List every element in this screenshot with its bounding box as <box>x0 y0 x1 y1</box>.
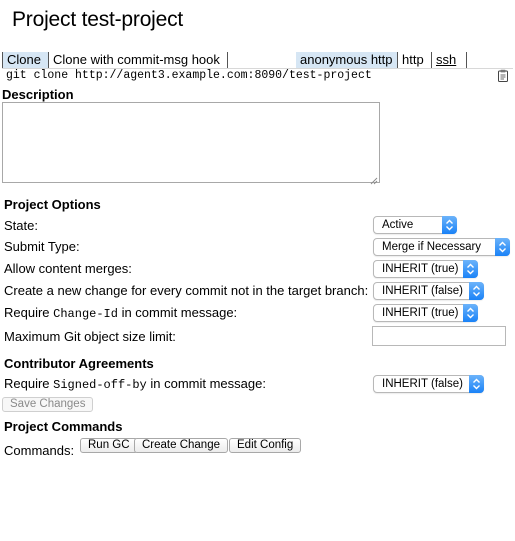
run-gc-button[interactable]: Run GC <box>80 438 138 453</box>
description-heading: Description <box>2 87 74 102</box>
new-change-per-commit-label: Create a new change for every commit not… <box>4 283 369 298</box>
new-change-per-commit-value: INHERIT (false) <box>382 285 463 297</box>
clipboard-icon[interactable] <box>497 69 509 82</box>
require-signed-off-by-select[interactable]: INHERIT (false) <box>373 375 484 393</box>
require-signed-off-by-prefix: Require <box>4 376 54 391</box>
allow-content-merges-label: Allow content merges: <box>4 261 132 276</box>
state-label: State: <box>4 218 38 233</box>
max-object-size-label: Maximum Git object size limit: <box>4 329 176 344</box>
max-object-size-input[interactable] <box>372 326 506 346</box>
contributor-agreements-heading: Contributor Agreements <box>4 356 154 371</box>
clone-bar: Clone Clone with commit-msg hook anonymo… <box>2 52 513 69</box>
edit-config-button[interactable]: Edit Config <box>229 438 302 453</box>
select-arrows-icon <box>442 216 457 234</box>
save-changes-button[interactable]: Save Changes <box>2 397 94 412</box>
select-arrows-icon <box>463 304 478 322</box>
tab-clone-with-commit-msg-hook[interactable]: Clone with commit-msg hook <box>49 52 228 68</box>
allow-content-merges-value: INHERIT (true) <box>382 263 459 275</box>
select-arrows-icon <box>469 282 484 300</box>
new-change-per-commit-select[interactable]: INHERIT (false) <box>373 282 484 300</box>
protocol-ssh[interactable]: ssh <box>432 52 467 68</box>
change-id-code: Change-Id <box>53 307 118 321</box>
protocol-http[interactable]: http <box>398 52 432 68</box>
allow-content-merges-select[interactable]: INHERIT (true) <box>373 260 478 278</box>
state-value: Active <box>382 219 414 231</box>
signed-off-by-code: Signed-off-by <box>53 378 147 392</box>
require-change-id-label: Require Change-Id in commit message: <box>4 305 237 321</box>
description-textarea[interactable] <box>2 102 380 185</box>
require-change-id-value: INHERIT (true) <box>382 307 459 319</box>
resize-grip-icon[interactable] <box>370 173 378 185</box>
page-title: Project test-project <box>12 8 184 31</box>
require-change-id-prefix: Require <box>4 305 54 320</box>
tab-clone[interactable]: Clone <box>2 52 49 68</box>
commands-label: Commands: <box>4 443 75 458</box>
submit-type-select[interactable]: Merge if Necessary <box>373 238 510 256</box>
select-arrows-icon <box>495 238 510 256</box>
clone-command[interactable]: git clone http://agent3.example.com:8090… <box>6 69 372 83</box>
require-signed-off-by-suffix: in commit message: <box>146 376 266 391</box>
state-select[interactable]: Active <box>373 216 457 234</box>
require-signed-off-by-label: Require Signed-off-by in commit message: <box>4 376 266 392</box>
require-change-id-suffix: in commit message: <box>117 305 238 320</box>
select-arrows-icon <box>469 375 484 393</box>
require-signed-off-by-value: INHERIT (false) <box>382 378 463 390</box>
protocol-anonymous-http[interactable]: anonymous http <box>296 52 398 68</box>
submit-type-value: Merge if Necessary <box>382 241 482 253</box>
clone-url-row: git clone http://agent3.example.com:8090… <box>6 69 511 83</box>
submit-type-label: Submit Type: <box>4 239 80 254</box>
project-commands-heading: Project Commands <box>4 419 123 434</box>
select-arrows-icon <box>463 260 478 278</box>
project-options-heading: Project Options <box>4 197 101 212</box>
create-change-button[interactable]: Create Change <box>134 438 228 453</box>
require-change-id-select[interactable]: INHERIT (true) <box>373 304 478 322</box>
